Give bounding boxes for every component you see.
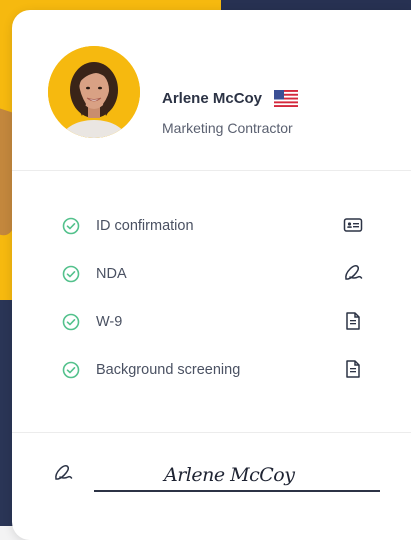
checklist-item-id-confirmation: ID confirmation	[12, 205, 411, 253]
onboarding-checklist: ID confirmation NDA W-9 Background scree…	[12, 205, 411, 397]
signature-line	[94, 490, 380, 492]
check-circle-icon	[62, 313, 80, 331]
checklist-label: ID confirmation	[96, 218, 194, 234]
document-icon[interactable]	[342, 310, 364, 332]
signature-pen-icon	[55, 465, 73, 480]
name-row: Arlene McCoy	[162, 90, 299, 107]
avatar-portrait	[48, 46, 140, 138]
check-circle-icon	[62, 361, 80, 379]
checklist-item-w9: W-9	[12, 301, 411, 349]
us-flag-icon	[274, 90, 299, 107]
check-circle-icon	[62, 217, 80, 235]
checklist-label: NDA	[96, 266, 127, 282]
id-card-icon[interactable]	[342, 214, 364, 236]
section-divider	[12, 432, 411, 433]
checklist-label: W-9	[96, 314, 123, 330]
avatar	[48, 46, 140, 138]
profile-role: Marketing Contractor	[162, 120, 293, 136]
checklist-item-background-screening: Background screening	[12, 349, 411, 397]
profile-name: Arlene McCoy	[162, 90, 263, 107]
checklist-item-nda: NDA	[12, 253, 411, 301]
signature-pen-icon[interactable]	[342, 262, 364, 284]
check-circle-icon	[62, 265, 80, 283]
signature-text: Arlene McCoy	[164, 464, 295, 486]
profile-header: Arlene McCoy Marketing Contractor	[12, 10, 411, 171]
signature-area[interactable]: Arlene McCoy	[12, 450, 411, 510]
contractor-card: Arlene McCoy Marketing Contractor ID con…	[12, 10, 411, 540]
document-icon[interactable]	[342, 358, 364, 380]
checklist-label: Background screening	[96, 362, 241, 378]
